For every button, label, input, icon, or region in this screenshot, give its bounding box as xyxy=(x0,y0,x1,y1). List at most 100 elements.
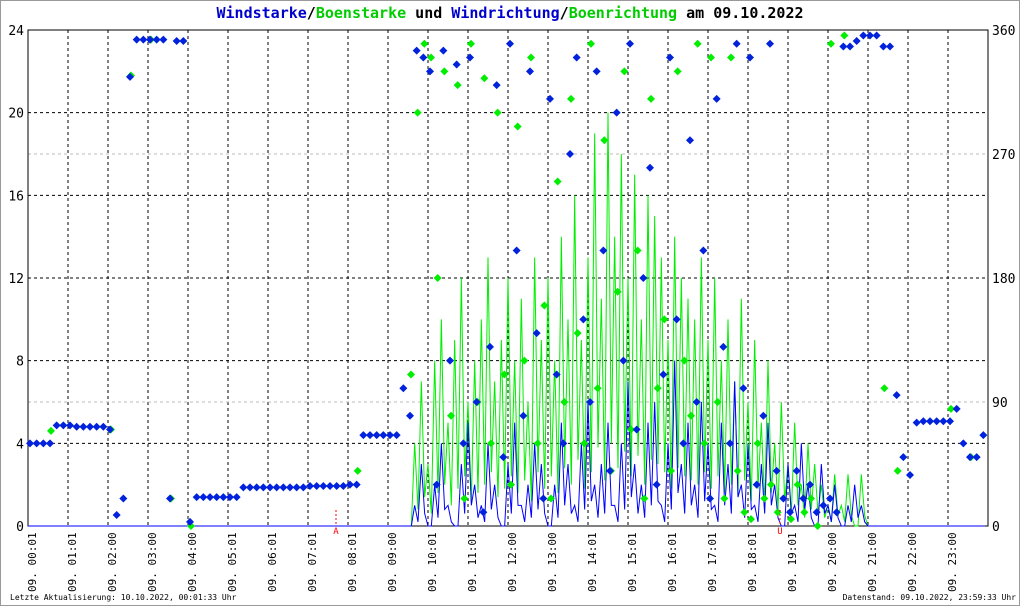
gust-direction-point xyxy=(520,356,529,365)
direction-point xyxy=(886,42,894,51)
sun-marker-label: A xyxy=(333,527,339,537)
direction-point xyxy=(606,466,614,475)
direction-point xyxy=(946,417,954,426)
direction-point xyxy=(652,480,661,489)
x-tick-label: 09. 11:01 xyxy=(466,532,479,592)
gust-direction-point xyxy=(407,370,415,379)
direction-point xyxy=(66,421,74,430)
gust-direction-point xyxy=(447,411,455,420)
gust-direction-point xyxy=(560,398,569,406)
direction-point xyxy=(639,274,648,282)
direction-point xyxy=(659,370,668,379)
x-tick-label: 09. 23:00 xyxy=(946,532,959,592)
direction-point xyxy=(572,53,581,62)
gust-direction-point xyxy=(493,108,502,117)
y-left-tick-label: 16 xyxy=(8,189,24,204)
gust-direction-point xyxy=(633,246,642,255)
direction-point xyxy=(746,53,754,62)
gust-direction-point xyxy=(733,466,742,475)
direction-point xyxy=(419,53,428,62)
direction-point xyxy=(159,35,168,44)
y-right-tick-label: 90 xyxy=(992,396,1008,411)
direction-point xyxy=(339,482,348,491)
gust-direction-point xyxy=(553,177,562,186)
direction-point xyxy=(452,60,461,69)
direction-point xyxy=(852,37,861,46)
x-tick-label: 09. 19:01 xyxy=(786,532,799,592)
direction-point xyxy=(819,501,828,510)
direction-point xyxy=(466,53,474,62)
direction-point xyxy=(412,46,421,55)
direction-point xyxy=(46,439,54,448)
y-right-tick-label: 270 xyxy=(992,148,1015,163)
direction-point xyxy=(706,494,714,503)
x-tick-label: 09. 00:01 xyxy=(26,532,39,592)
direction-point xyxy=(679,439,688,448)
direction-point xyxy=(759,411,768,420)
gust-direction-point xyxy=(693,39,702,48)
gust-direction-point xyxy=(800,508,809,517)
gust-direction-point xyxy=(460,494,469,503)
x-tick-label: 09. 15:01 xyxy=(626,532,639,592)
gust-direction-point xyxy=(647,94,655,103)
direction-point xyxy=(166,494,174,503)
gust-direction-point xyxy=(480,74,489,83)
x-tick-label: 09. 20:00 xyxy=(826,532,839,592)
direction-point xyxy=(539,494,548,503)
gust-direction-point xyxy=(720,494,729,503)
direction-point xyxy=(112,510,121,519)
direction-point xyxy=(766,39,774,48)
gust-direction-point xyxy=(653,384,662,393)
gust-direction-point xyxy=(727,53,735,62)
direction-point xyxy=(719,342,728,351)
y-left-tick-label: 20 xyxy=(8,107,24,122)
y-right-tick-label: 360 xyxy=(992,24,1015,39)
gust-direction-point xyxy=(673,67,682,76)
gust-direction-point xyxy=(880,384,889,393)
direction-point xyxy=(586,398,594,406)
direction-point xyxy=(952,404,961,413)
direction-point xyxy=(872,31,881,40)
x-tick-label: 09. 08:01 xyxy=(346,532,359,592)
gust-direction-point xyxy=(807,494,815,503)
direction-point xyxy=(446,356,454,365)
x-tick-label: 09. 10:01 xyxy=(426,532,439,592)
x-tick-label: 09. 18:01 xyxy=(746,532,759,592)
direction-point xyxy=(686,136,694,145)
direction-point xyxy=(299,483,308,492)
direction-point xyxy=(832,508,841,517)
y-right-tick-label: 180 xyxy=(992,272,1015,287)
direction-point xyxy=(712,94,721,103)
wind-chart: 09. 00:01 09. 01:01 09. 02:00 09. 03:00 09. … xyxy=(8,24,1015,592)
gust-direction-point xyxy=(500,370,509,379)
gust-direction-point xyxy=(600,136,609,145)
y-left-tick-label: 4 xyxy=(16,437,24,452)
direction-point xyxy=(812,508,821,517)
gust-direction-point xyxy=(587,39,595,48)
direction-point xyxy=(612,108,621,117)
gust-direction-point xyxy=(760,494,769,503)
direction-point xyxy=(526,67,534,76)
gust-direction-point xyxy=(567,94,575,103)
direction-point xyxy=(399,384,408,393)
gust-direction-point xyxy=(700,439,709,448)
direction-point xyxy=(179,37,188,46)
x-tick-label: 09. 14:01 xyxy=(586,532,599,592)
direction-point xyxy=(972,453,981,462)
direction-point xyxy=(519,411,528,420)
y-right-tick-label: 0 xyxy=(992,520,1000,535)
direction-point xyxy=(846,42,854,51)
gust-direction-point xyxy=(740,508,749,517)
direction-point xyxy=(599,246,608,255)
gust-direction-point xyxy=(660,315,669,324)
direction-point xyxy=(959,439,968,448)
direction-point xyxy=(352,480,361,489)
direction-point xyxy=(906,471,914,480)
direction-point xyxy=(626,39,634,48)
x-tick-label: 09. 07:01 xyxy=(306,532,319,592)
direction-point xyxy=(566,150,574,158)
y-left-tick-label: 12 xyxy=(8,272,24,287)
direction-point xyxy=(792,466,801,475)
gust-direction-point xyxy=(813,522,822,530)
y-left-tick-label: 8 xyxy=(16,355,24,370)
